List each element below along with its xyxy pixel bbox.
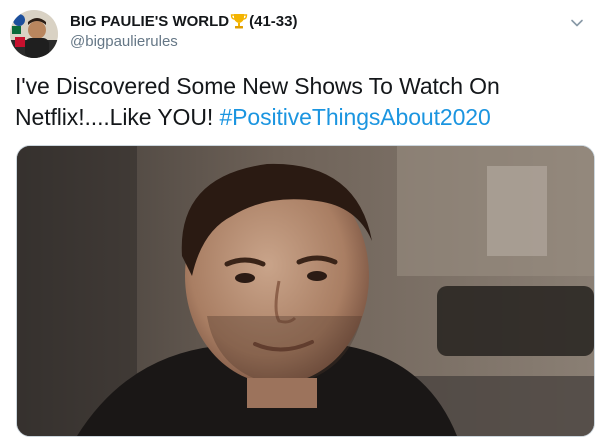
tweet-card: BIG PAULIE'S WORLD (41-33) @bigpaulierul… [0, 0, 600, 437]
tweet-media-image[interactable] [16, 145, 595, 437]
display-name[interactable]: BIG PAULIE'S WORLD [70, 13, 229, 30]
avatar[interactable] [10, 10, 58, 58]
hashtag-link[interactable]: #PositiveThingsAbout2020 [219, 104, 490, 130]
tweet-text: I've Discovered Some New Shows To Watch … [15, 71, 575, 133]
trophy-icon [230, 12, 248, 30]
chevron-down-icon[interactable] [568, 14, 586, 32]
display-name-row[interactable]: BIG PAULIE'S WORLD (41-33) [70, 11, 297, 31]
media-still [17, 146, 594, 436]
user-handle[interactable]: @bigpaulierules [70, 33, 178, 50]
display-name-suffix: (41-33) [249, 12, 298, 30]
avatar-image [10, 10, 58, 58]
